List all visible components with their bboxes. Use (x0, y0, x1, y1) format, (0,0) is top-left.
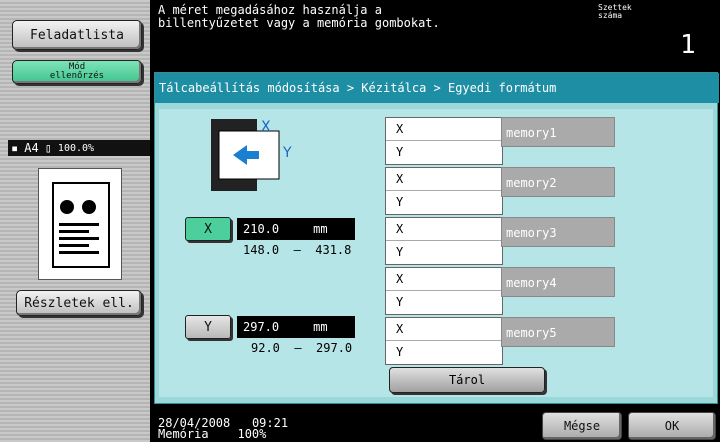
details-button[interactable]: Részletek ell. (16, 290, 142, 316)
memory3-y: Y (396, 245, 404, 259)
paper-size: A4 (24, 141, 39, 155)
memory5-values: X Y (385, 317, 503, 365)
y-size-range: 92.0 – 297.0 (251, 341, 353, 355)
copies-label: Szettek száma (598, 3, 632, 20)
memory-slot-4: X Y memory4 (385, 267, 615, 315)
memory-label: Memória (158, 427, 209, 441)
diagram-y-label: Y (282, 145, 292, 161)
store-button[interactable]: Tárol (389, 367, 545, 393)
memory3-x: X (386, 218, 502, 241)
memory1-x: X (386, 118, 502, 141)
cancel-button[interactable]: Mégse (542, 412, 622, 440)
memory1-values: X Y (385, 117, 503, 165)
y-size-row: Y 297.0 mm (185, 315, 355, 339)
paper-size-icon: ▪ (11, 141, 19, 155)
x-size-row: X 210.0 mm (185, 217, 355, 241)
y-size-field[interactable]: 297.0 mm (237, 316, 355, 338)
memory4-button[interactable]: memory4 (501, 267, 615, 297)
memory-slot-2: X Y memory2 (385, 167, 615, 215)
x-size-unit: mm (313, 222, 328, 236)
y-size-unit: mm (313, 320, 328, 334)
memory-value: 100% (237, 427, 267, 441)
instruction-message: A méret megadásához használja a billenty… (158, 3, 440, 30)
memory3-values: X Y (385, 217, 503, 265)
memory-slot-1: X Y memory1 (385, 117, 615, 165)
paper-status-bar: ▪ A4 ▯ 100.0% (8, 140, 150, 156)
memory4-x: X (386, 268, 502, 291)
left-panel: Feladatlista Mód ellenőrzés ▪ A4 ▯ 100.0… (0, 0, 150, 442)
y-size-value: 297.0 (243, 320, 280, 334)
proof-copy-button[interactable]: Mód ellenőrzés (12, 60, 142, 84)
panel-body: X Y X 210.0 mm 148.0 – 431.8 Y 297.0 mm … (159, 109, 713, 397)
memory-slot-5: X Y memory5 (385, 317, 615, 365)
date-time: 28/04/2008 09:21 Memória 100% (158, 417, 288, 441)
ok-button[interactable]: OK (628, 412, 716, 440)
x-axis-button[interactable]: X (185, 217, 231, 241)
memory1-button[interactable]: memory1 (501, 117, 615, 147)
memory-slot-3: X Y memory3 (385, 217, 615, 265)
memory4-y: Y (396, 295, 404, 309)
preview-icon (52, 182, 110, 268)
memory4-values: X Y (385, 267, 503, 315)
paper-orientation-icon: X Y (211, 119, 292, 191)
x-size-range: 148.0 – 431.8 (243, 243, 352, 257)
x-size-field[interactable]: 210.0 mm (237, 218, 355, 240)
memory1-y: Y (396, 145, 404, 159)
memory3-button[interactable]: memory3 (501, 217, 615, 247)
portrait-icon: ▯ (44, 141, 52, 155)
breadcrumb: Tálcabeállítás módosítása > Kézitálca > … (155, 73, 719, 103)
copies-count: 1 (680, 30, 696, 60)
memory5-y: Y (396, 345, 404, 359)
memory2-button[interactable]: memory2 (501, 167, 615, 197)
custom-size-panel: Tálcabeállítás módosítása > Kézitálca > … (154, 72, 719, 404)
memory2-x: X (386, 168, 502, 191)
x-size-value: 210.0 (243, 222, 280, 236)
zoom-level: 100.0% (57, 142, 95, 154)
y-axis-button[interactable]: Y (185, 315, 231, 339)
footer-bar: 28/04/2008 09:21 Memória 100% Mégse OK (150, 404, 720, 442)
job-list-button[interactable]: Feladatlista (12, 20, 142, 50)
memory2-values: X Y (385, 167, 503, 215)
memory5-button[interactable]: memory5 (501, 317, 615, 347)
memory5-x: X (386, 318, 502, 341)
document-preview (38, 168, 122, 280)
diagram-x-label: X (261, 119, 271, 135)
memory2-y: Y (396, 195, 404, 209)
message-bar: A méret megadásához használja a billenty… (150, 0, 720, 64)
